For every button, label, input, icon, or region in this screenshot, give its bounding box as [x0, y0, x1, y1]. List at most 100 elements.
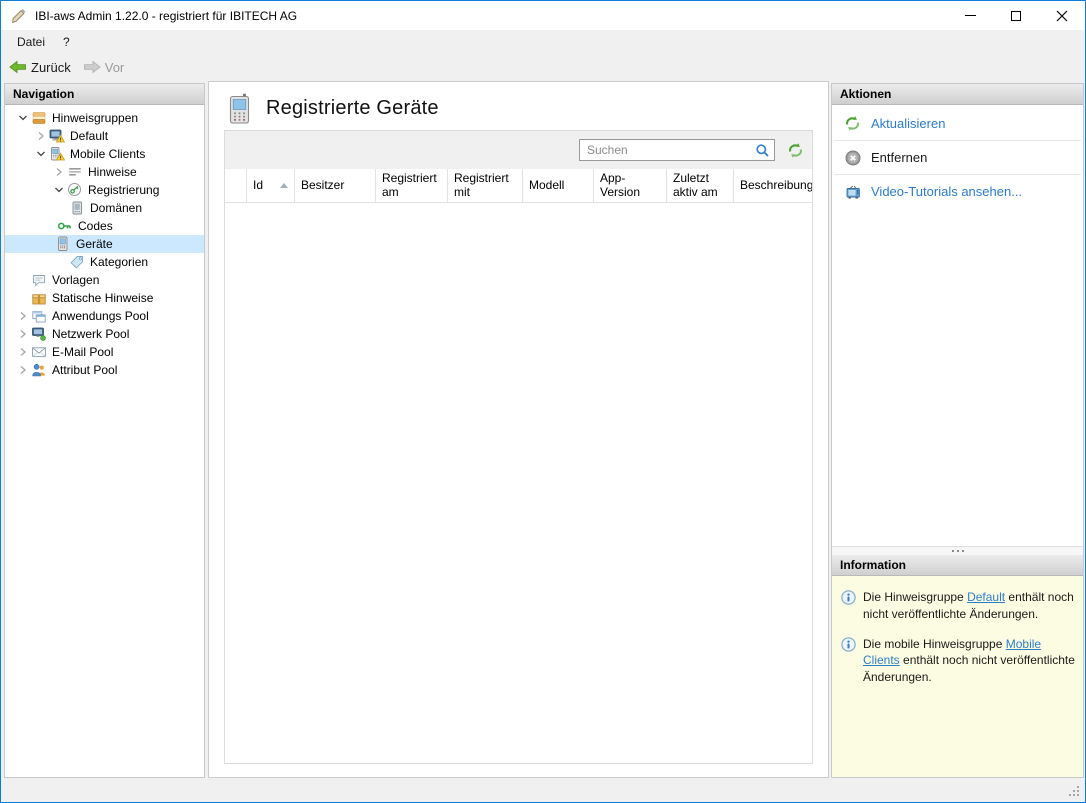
speech-bubble-icon	[31, 272, 47, 288]
remove-icon	[844, 149, 861, 166]
main-content: Registrierte Geräte Suchen Id Besitzer R…	[208, 81, 829, 778]
notice-groups-icon	[31, 110, 47, 126]
column-header-modell[interactable]: Modell	[523, 169, 594, 202]
app-icon	[11, 8, 26, 24]
action-entfernen[interactable]: Entfernen	[832, 141, 1083, 174]
chevron-right-icon[interactable]	[33, 128, 49, 144]
info-icon	[841, 636, 856, 652]
action-video-tutorials[interactable]: Video-Tutorials ansehen...	[832, 175, 1083, 208]
page-title: Registrierte Geräte	[266, 97, 439, 119]
link-default-group[interactable]: Default	[967, 590, 1005, 604]
column-header-id[interactable]: Id	[247, 169, 295, 202]
video-icon	[844, 183, 861, 200]
chevron-right-icon[interactable]	[15, 308, 31, 324]
nav-item-codes[interactable]: Codes	[5, 217, 204, 235]
nav-item-statische-hinweise[interactable]: Statische Hinweise	[5, 289, 204, 307]
resize-grip[interactable]	[1068, 785, 1080, 797]
back-label: Zurück	[31, 59, 71, 75]
panel-splitter[interactable]	[832, 546, 1083, 555]
close-button[interactable]	[1039, 1, 1085, 30]
information-panel: Die Hinweisgruppe Default enthält noch n…	[832, 576, 1083, 777]
table-header: Id Besitzer Registriert am Registriert m…	[225, 169, 812, 203]
windows-icon	[31, 308, 47, 324]
forward-label: Vor	[104, 59, 125, 75]
search-icon	[756, 144, 769, 157]
monitor-warning-icon	[49, 128, 65, 144]
nav-item-registrierung[interactable]: Registrierung	[5, 181, 204, 199]
forward-arrow-icon	[83, 61, 101, 73]
title-bar: IBI-aws Admin 1.22.0 - registriert für I…	[1, 1, 1085, 30]
search-button[interactable]	[750, 140, 774, 160]
app-window: IBI-aws Admin 1.22.0 - registriert für I…	[0, 0, 1086, 803]
registration-key-icon	[67, 182, 83, 198]
maximize-icon	[1011, 10, 1021, 21]
nav-item-hinweisgruppen[interactable]: Hinweisgruppen	[5, 109, 204, 127]
nav-item-email-pool[interactable]: E-Mail Pool	[5, 343, 204, 361]
column-header-app-version[interactable]: App-Version	[594, 169, 667, 202]
package-icon	[31, 290, 47, 306]
navigation-header: Navigation	[5, 84, 204, 105]
column-header-indicator[interactable]	[225, 169, 247, 202]
notice-lines-icon	[67, 164, 83, 180]
menu-help[interactable]: ?	[54, 31, 79, 53]
column-header-registriert-am[interactable]: Registriert am	[376, 169, 448, 202]
info-icon	[841, 590, 856, 605]
menu-bar: Datei ?	[1, 30, 1085, 54]
back-button[interactable]: Zurück	[5, 58, 75, 77]
nav-toolbar: Zurück Vor	[1, 54, 1085, 80]
search-box	[579, 139, 775, 161]
refresh-icon	[844, 115, 861, 132]
nav-item-domaenen[interactable]: Domänen	[5, 199, 204, 217]
navigation-panel: Navigation Hinweisgruppen Default Mobile…	[4, 83, 205, 778]
right-panel: Aktionen Aktualisieren Entfernen Video-T…	[831, 83, 1084, 778]
info-text: Die Hinweisgruppe	[863, 590, 968, 604]
domain-device-icon	[69, 200, 85, 216]
info-text: Die mobile Hinweisgruppe	[863, 636, 1006, 651]
chevron-down-icon[interactable]	[51, 182, 67, 198]
navigation-tree: Hinweisgruppen Default Mobile Clients Hi…	[5, 105, 204, 379]
window-title: IBI-aws Admin 1.22.0 - registriert für I…	[35, 8, 298, 23]
phone-warning-icon	[49, 146, 65, 162]
actions-header: Aktionen	[832, 84, 1083, 105]
column-header-beschreibung[interactable]: Beschreibung	[734, 169, 812, 202]
sort-ascending-icon	[280, 183, 288, 188]
key-icon	[57, 218, 73, 234]
nav-item-geraete[interactable]: Geräte	[5, 235, 204, 253]
maximize-button[interactable]	[993, 1, 1039, 30]
refresh-button[interactable]	[784, 139, 806, 161]
chevron-down-icon[interactable]	[33, 146, 49, 162]
column-header-zuletzt-aktiv-am[interactable]: Zuletzt aktiv am	[667, 169, 734, 202]
nav-item-anwendungs-pool[interactable]: Anwendungs Pool	[5, 307, 204, 325]
chevron-right-icon[interactable]	[15, 326, 31, 342]
nav-item-vorlagen[interactable]: Vorlagen	[5, 271, 204, 289]
chevron-right-icon[interactable]	[15, 344, 31, 360]
nav-item-netzwerk-pool[interactable]: Netzwerk Pool	[5, 325, 204, 343]
mobile-phone-icon	[55, 236, 71, 252]
page-header: Registrierte Geräte	[228, 93, 439, 124]
forward-button[interactable]: Vor	[79, 58, 129, 77]
people-icon	[31, 362, 47, 378]
nav-item-hinweise[interactable]: Hinweise	[5, 163, 204, 181]
nav-item-kategorien[interactable]: Kategorien	[5, 253, 204, 271]
back-arrow-icon	[9, 61, 26, 73]
chevron-right-icon[interactable]	[15, 362, 31, 378]
nav-item-default[interactable]: Default	[5, 127, 204, 145]
info-item-default: Die Hinweisgruppe Default enthält noch n…	[841, 589, 1075, 623]
table-body-empty[interactable]	[225, 203, 812, 763]
search-input[interactable]	[580, 143, 750, 157]
column-header-besitzer[interactable]: Besitzer	[295, 169, 376, 202]
nav-item-attribut-pool[interactable]: Attribut Pool	[5, 361, 204, 379]
menu-datei[interactable]: Datei	[8, 31, 54, 53]
column-header-registriert-mit[interactable]: Registriert mit	[448, 169, 523, 202]
minimize-button[interactable]	[947, 1, 993, 30]
network-monitor-icon	[31, 326, 47, 342]
info-item-mobile-clients: Die mobile Hinweisgruppe Mobile Clients …	[841, 636, 1075, 686]
chevron-right-icon[interactable]	[51, 164, 67, 180]
nav-item-mobile-clients[interactable]: Mobile Clients	[5, 145, 204, 163]
chevron-down-icon[interactable]	[15, 110, 31, 126]
grid-toolbar	[225, 131, 812, 169]
devices-grid: Id Besitzer Registriert am Registriert m…	[224, 130, 813, 764]
envelope-icon	[31, 344, 47, 360]
action-aktualisieren[interactable]: Aktualisieren	[832, 107, 1083, 140]
